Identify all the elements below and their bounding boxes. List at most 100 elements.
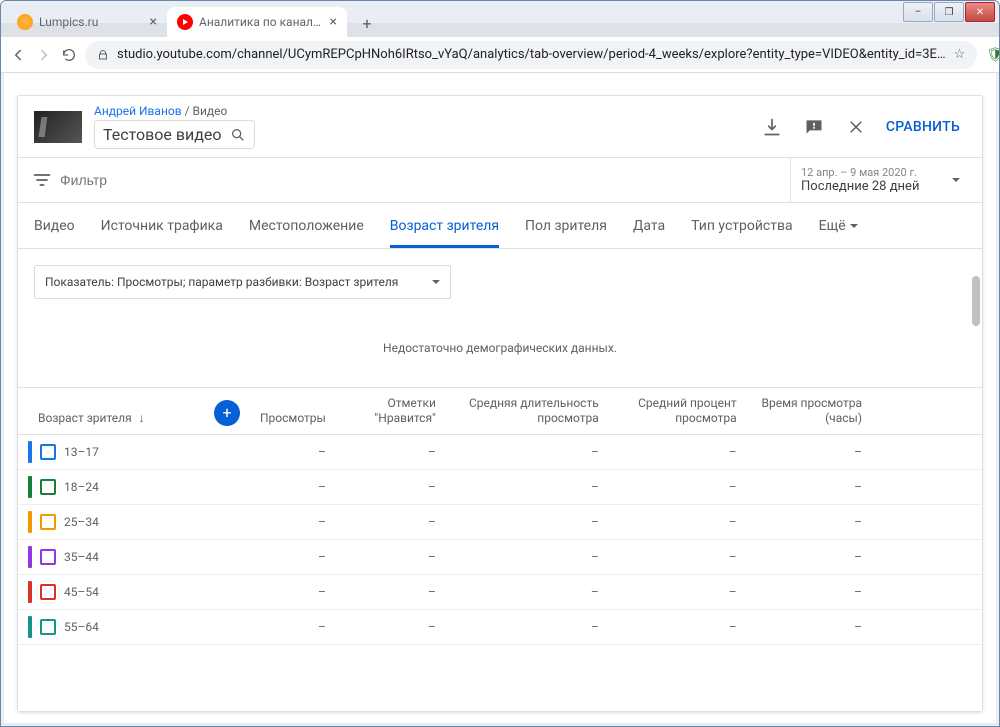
row-label: 45–54 (64, 585, 99, 599)
cell-value: – (446, 575, 609, 610)
cell-value: – (446, 540, 609, 575)
dimension-column-header[interactable]: Возраст зрителя (38, 411, 132, 425)
window-close-button[interactable]: ✕ (965, 2, 995, 22)
forward-button[interactable] (35, 43, 53, 67)
cell-value: – (609, 435, 747, 470)
video-selector[interactable]: Тестовое видео (94, 120, 255, 149)
row-label: 55–64 (64, 620, 99, 634)
column-header[interactable]: Отметки "Нравится" (336, 388, 446, 435)
cell-value: – (609, 575, 747, 610)
tab-location[interactable]: Местоположение (249, 203, 364, 248)
legend-color-icon (28, 511, 32, 533)
filter-input[interactable] (60, 172, 790, 188)
row-label: 35–44 (64, 550, 99, 564)
legend-color-icon (28, 581, 32, 603)
browser-toolbar: studio.youtube.com/channel/UCymREPCpHNoh… (1, 37, 999, 73)
cell-value: – (609, 540, 747, 575)
url-text: studio.youtube.com/channel/UCymREPCpHNoh… (117, 47, 946, 62)
tab-device-type[interactable]: Тип устройства (691, 203, 792, 248)
column-header[interactable]: Время просмотра (часы) (747, 388, 872, 435)
row-checkbox[interactable] (40, 549, 56, 565)
row-checkbox[interactable] (40, 514, 56, 530)
cell-value: – (747, 610, 872, 645)
browser-tab-strip: Lumpics.ru × Аналитика по каналу - YouTu… (1, 1, 999, 37)
tab-viewer-gender[interactable]: Пол зрителя (525, 203, 607, 248)
cell-value: – (446, 435, 609, 470)
age-metrics-table: Возраст зрителя ↓ + Просмотры Отметки "Н… (18, 387, 982, 645)
cell-value: – (250, 505, 336, 540)
table-row[interactable]: 45–54 ––––– (18, 575, 982, 610)
table-row[interactable]: 13–17 ––––– (18, 435, 982, 470)
tab-viewer-age[interactable]: Возраст зрителя (390, 203, 499, 248)
row-checkbox[interactable] (40, 619, 56, 635)
tab-video[interactable]: Видео (34, 203, 75, 248)
dimension-tabs: Видео Источник трафика Местоположение Во… (18, 203, 982, 249)
browser-tab[interactable]: Аналитика по каналу - YouTube × (167, 7, 347, 37)
reload-button[interactable] (61, 43, 77, 67)
cell-value: – (609, 470, 747, 505)
window-maximize-button[interactable]: ❐ (934, 2, 964, 22)
tab-traffic-source[interactable]: Источник трафика (101, 203, 223, 248)
row-checkbox[interactable] (40, 584, 56, 600)
cell-value: – (446, 610, 609, 645)
chevron-down-icon (952, 178, 960, 182)
tab-more[interactable]: Ещё (819, 203, 858, 248)
search-icon (230, 127, 246, 143)
lock-icon (97, 49, 109, 61)
cell-value: – (336, 435, 446, 470)
sort-desc-icon: ↓ (139, 411, 145, 426)
legend-color-icon (28, 546, 32, 568)
scrollbar-thumb[interactable] (972, 276, 980, 326)
table-row[interactable]: 35–44 ––––– (18, 540, 982, 575)
new-tab-button[interactable]: + (353, 9, 381, 37)
row-label: 18–24 (64, 480, 99, 494)
date-range-picker[interactable]: 12 апр. – 9 мая 2020 г. Последние 28 дне… (790, 158, 970, 202)
table-row[interactable]: 55–64 ––––– (18, 610, 982, 645)
compare-button[interactable]: СРАВНИТЬ (886, 119, 966, 135)
cell-value: – (250, 575, 336, 610)
tab-date[interactable]: Дата (633, 203, 665, 248)
feedback-icon[interactable] (802, 115, 826, 139)
breadcrumb: Андрей Иванов / Видео (94, 104, 255, 118)
table-row[interactable]: 25–34 ––––– (18, 505, 982, 540)
metric-breakdown-dropdown[interactable]: Показатель: Просмотры; параметр разбивки… (34, 265, 451, 299)
close-icon[interactable] (844, 115, 868, 139)
row-label: 25–34 (64, 515, 99, 529)
cell-value: – (747, 435, 872, 470)
row-label: 13–17 (64, 445, 99, 459)
window-minimize-button[interactable]: – (903, 2, 933, 22)
address-bar[interactable]: studio.youtube.com/channel/UCymREPCpHNoh… (85, 41, 977, 69)
cell-value: – (336, 470, 446, 505)
chevron-down-icon (432, 280, 440, 284)
column-header[interactable]: Просмотры (250, 388, 336, 435)
row-checkbox[interactable] (40, 444, 56, 460)
extension-icon[interactable]: 🛡 (985, 45, 1000, 65)
cell-value: – (250, 470, 336, 505)
cell-value: – (336, 575, 446, 610)
date-preset-label: Последние 28 дней (801, 179, 960, 194)
bookmark-star-icon[interactable]: ☆ (954, 47, 966, 62)
browser-extensions: 🛡 ◪ 🛡 A ⊕ (985, 44, 1000, 66)
filter-row: 12 апр. – 9 мая 2020 г. Последние 28 дне… (18, 157, 982, 203)
window-controls: – ❐ ✕ (903, 2, 995, 22)
cell-value: – (336, 540, 446, 575)
cell-value: – (336, 610, 446, 645)
page-header: Андрей Иванов / Видео Тестовое видео (18, 96, 982, 157)
back-button[interactable] (9, 43, 27, 67)
cell-value: – (747, 575, 872, 610)
table-row[interactable]: 18–24 ––––– (18, 470, 982, 505)
legend-color-icon (28, 616, 32, 638)
column-header[interactable]: Средняя длительность просмотра (446, 388, 609, 435)
cell-value: – (747, 470, 872, 505)
add-column-button[interactable]: + (214, 400, 240, 426)
row-checkbox[interactable] (40, 479, 56, 495)
close-tab-icon[interactable]: × (330, 14, 337, 30)
column-header[interactable]: Средний процент просмотра (609, 388, 747, 435)
close-tab-icon[interactable]: × (150, 14, 157, 30)
youtube-favicon-icon (177, 14, 193, 30)
browser-tab[interactable]: Lumpics.ru × (7, 7, 167, 37)
download-icon[interactable] (760, 115, 784, 139)
legend-color-icon (28, 441, 32, 463)
breadcrumb-link[interactable]: Андрей Иванов (94, 104, 182, 118)
filter-icon[interactable] (30, 168, 54, 192)
